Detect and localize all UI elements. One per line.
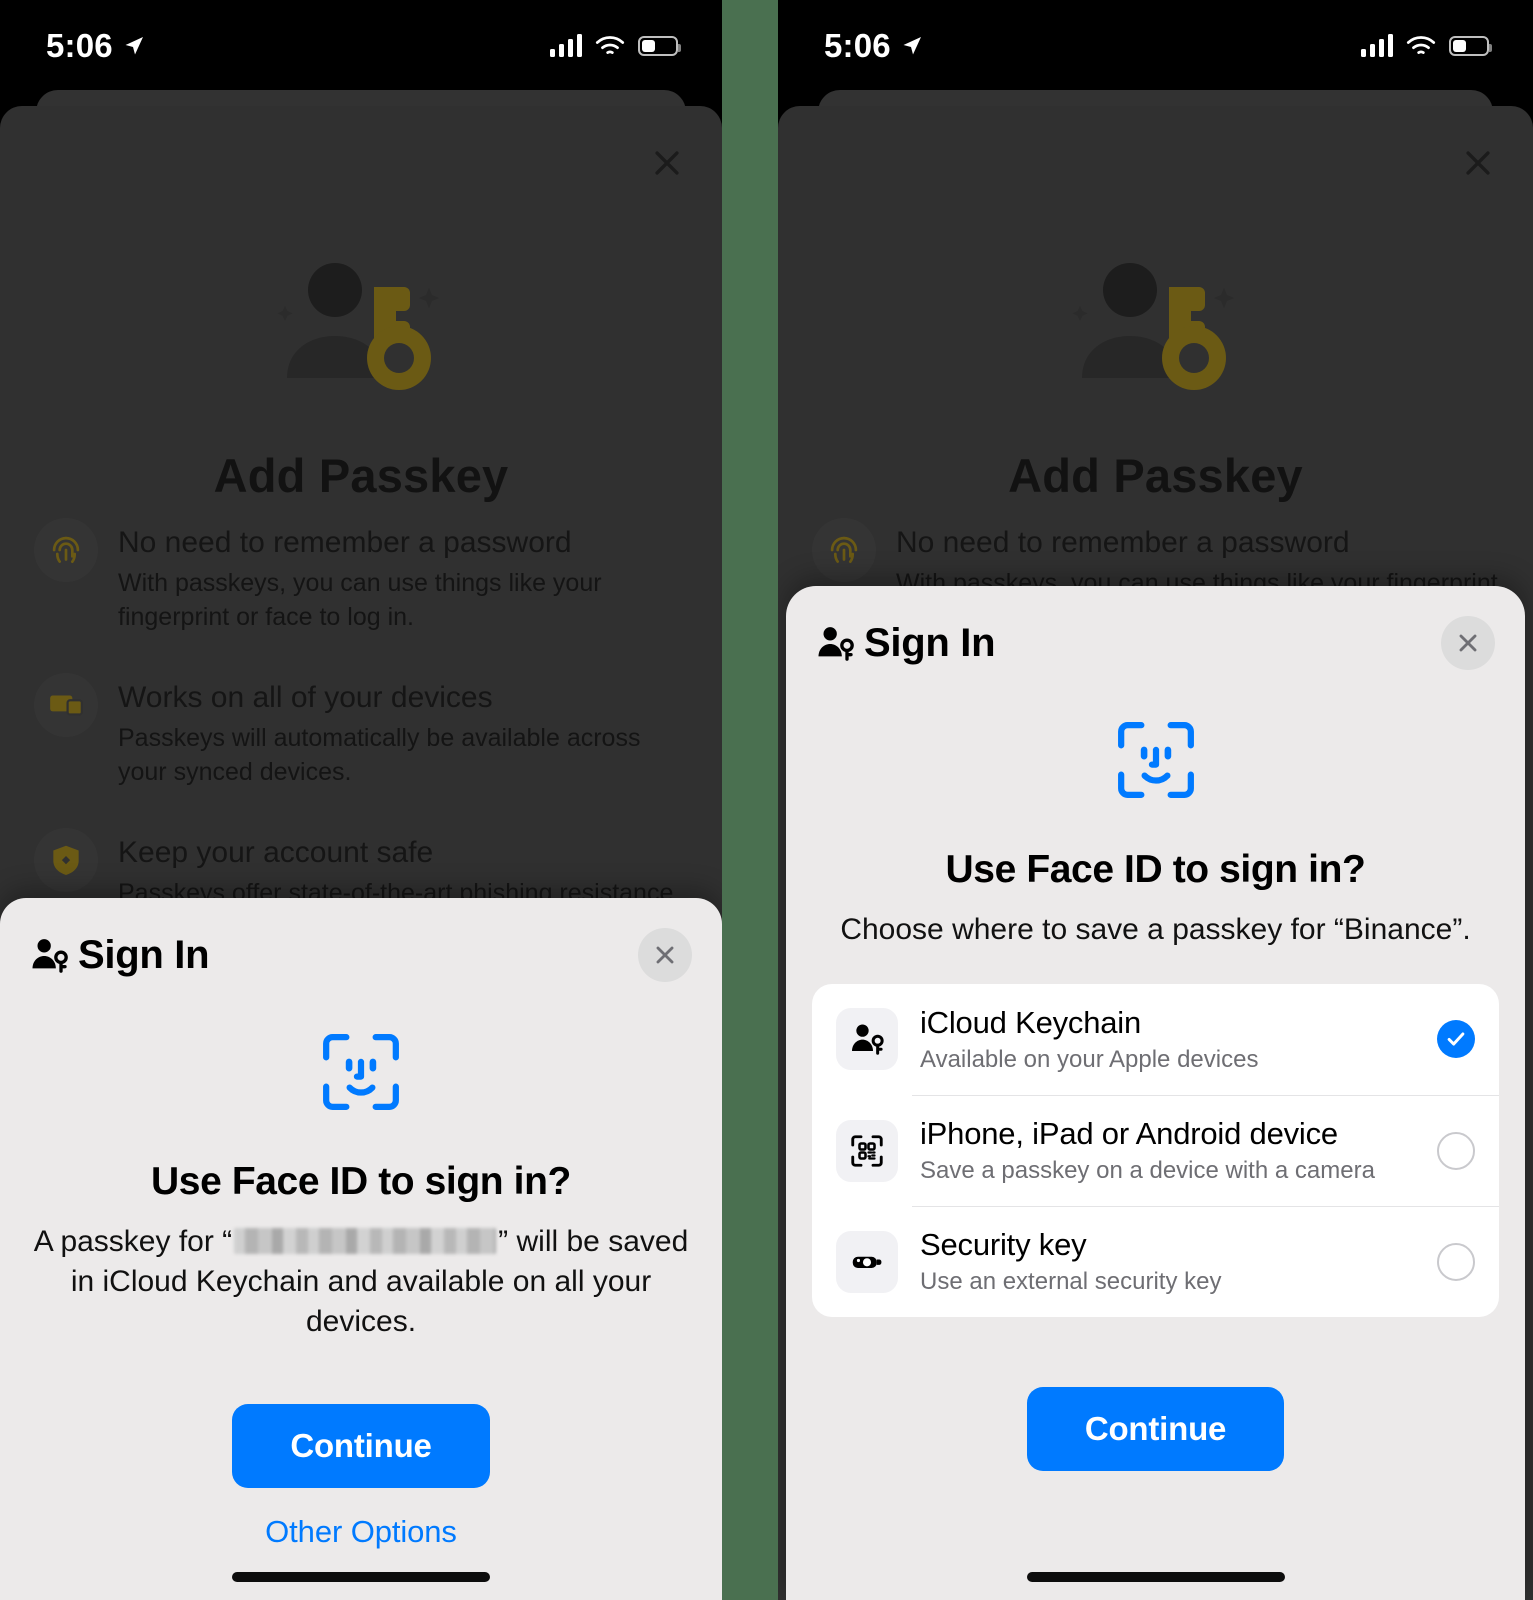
option-row-device[interactable]: iPhone, iPad or Android device Save a pa… (812, 1095, 1499, 1206)
right-phone-screen: Add Passkey No need to remember a passwo… (778, 0, 1533, 1600)
person-key-icon-wrap (836, 1008, 898, 1071)
security-key-icon (852, 1256, 882, 1268)
face-id-question: Use Face ID to sign in? (945, 848, 1366, 891)
passkey-description: A passkey for “” will be saved in iCloud… (0, 1222, 722, 1342)
sheet-title-group: Sign In (816, 620, 996, 666)
person-key-icon (32, 939, 68, 973)
sheet-title-group: Sign In (30, 932, 210, 978)
shield-icon-wrap (34, 828, 98, 892)
redacted-account-name (234, 1228, 497, 1254)
option-row-icloud-keychain[interactable]: iCloud Keychain Available on your Apple … (812, 984, 1499, 1095)
sheet-title-label: Sign In (78, 932, 210, 977)
option-title: iCloud Keychain (920, 1004, 1142, 1040)
wifi-icon (595, 36, 625, 54)
fingerprint-icon (52, 536, 80, 564)
feature-title: No need to remember a password (118, 526, 572, 559)
status-bar: 5:06 (778, 0, 1533, 92)
location-arrow-icon (903, 37, 921, 55)
checkmark-icon (1447, 1032, 1465, 1046)
feature-item: Works on all of your devices Passkeys wi… (34, 679, 692, 790)
feature-description: With passkeys, you can use things like y… (118, 569, 602, 632)
option-description: Save a passkey on a device with a camera (920, 1157, 1375, 1185)
option-selected-checkmark[interactable] (1437, 1020, 1475, 1059)
modal-close-button[interactable] (1455, 140, 1501, 186)
status-bar-time: 5:06 (824, 27, 891, 64)
option-row-security-key[interactable]: Security key Use an external security ke… (812, 1206, 1499, 1317)
feature-title: Keep your account safe (118, 835, 434, 869)
sheet-close-button[interactable] (638, 928, 692, 982)
feature-title: Works on all of your devices (118, 680, 493, 714)
devices-icon-wrap (34, 673, 98, 737)
sign-in-sheet: Sign In (786, 586, 1525, 1600)
battery-icon (1449, 36, 1492, 56)
face-id-question: Use Face ID to sign in? (151, 1160, 571, 1203)
shield-icon (53, 845, 79, 875)
face-id-illustration (0, 1028, 722, 1116)
passkey-hero-illustration (0, 248, 722, 400)
option-title: Security key (920, 1227, 1087, 1263)
fingerprint-icon-wrap (812, 518, 876, 582)
close-icon (1459, 634, 1477, 652)
status-bar-time: 5:06 (46, 27, 113, 64)
panel-divider (722, 0, 778, 1600)
option-radio-empty[interactable] (1437, 1131, 1475, 1170)
option-radio-empty[interactable] (1437, 1242, 1475, 1281)
close-icon (655, 151, 679, 175)
passkey-destination-list: iCloud Keychain Available on your Apple … (812, 983, 1499, 1318)
fingerprint-icon-wrap (34, 518, 98, 582)
sheet-title-label: Sign In (864, 620, 996, 665)
qr-scan-icon (851, 1134, 883, 1167)
sheet-close-button[interactable] (1441, 616, 1495, 670)
battery-icon (638, 36, 681, 56)
wifi-icon (1406, 36, 1436, 54)
option-description: Available on your Apple devices (920, 1046, 1259, 1074)
qr-scan-icon-wrap (836, 1119, 898, 1182)
feature-title: No need to remember a password (896, 526, 1350, 559)
option-description: Use an external security key (920, 1268, 1222, 1296)
sheet-actions: Continue Other Options (0, 1403, 722, 1550)
security-key-icon-wrap (836, 1230, 898, 1293)
modal-close-button[interactable] (644, 140, 690, 186)
modal-title: Add Passkey (213, 449, 509, 502)
passkey-person-key-icon (277, 263, 439, 390)
status-bar: 5:06 (0, 0, 722, 92)
location-arrow-icon (125, 37, 143, 55)
devices-icon (50, 695, 83, 716)
feature-item: No need to remember a password With pass… (34, 524, 692, 635)
save-location-subtitle: Choose where to save a passkey for “Bina… (840, 913, 1471, 946)
close-icon (1466, 151, 1490, 175)
option-title: iPhone, iPad or Android device (920, 1116, 1338, 1152)
person-key-icon (818, 627, 854, 661)
sheet-header: Sign In (786, 586, 1525, 670)
cellular-signal-icon (549, 34, 582, 57)
face-id-icon (1117, 722, 1194, 798)
passkey-hero-illustration (778, 248, 1533, 400)
cellular-signal-icon (1360, 34, 1393, 57)
left-phone-screen: Add Passkey No need to remember a passwo… (0, 0, 722, 1600)
screenshot-stage: Add Passkey No need to remember a passwo… (0, 0, 1533, 1600)
description-prefix: A passkey for “ (33, 1225, 233, 1258)
home-indicator[interactable] (1026, 1572, 1285, 1582)
person-key-icon (852, 1024, 884, 1056)
feature-description: Passkeys will automatically be available… (118, 724, 641, 787)
continue-button[interactable]: Continue (1026, 1387, 1285, 1472)
feature-list: No need to remember a password With pass… (34, 524, 692, 955)
modal-title: Add Passkey (1008, 449, 1303, 502)
fingerprint-icon (830, 536, 858, 564)
passkey-person-key-icon (1072, 263, 1234, 390)
face-id-illustration (786, 716, 1525, 804)
close-icon (656, 946, 674, 964)
face-id-icon (323, 1034, 399, 1110)
sheet-header: Sign In (0, 898, 722, 982)
home-indicator[interactable] (232, 1572, 490, 1582)
sheet-actions: Continue (786, 1387, 1525, 1472)
other-options-button[interactable]: Other Options (265, 1514, 457, 1550)
sign-in-sheet: Sign In (0, 898, 722, 1600)
continue-button[interactable]: Continue (232, 1403, 490, 1488)
